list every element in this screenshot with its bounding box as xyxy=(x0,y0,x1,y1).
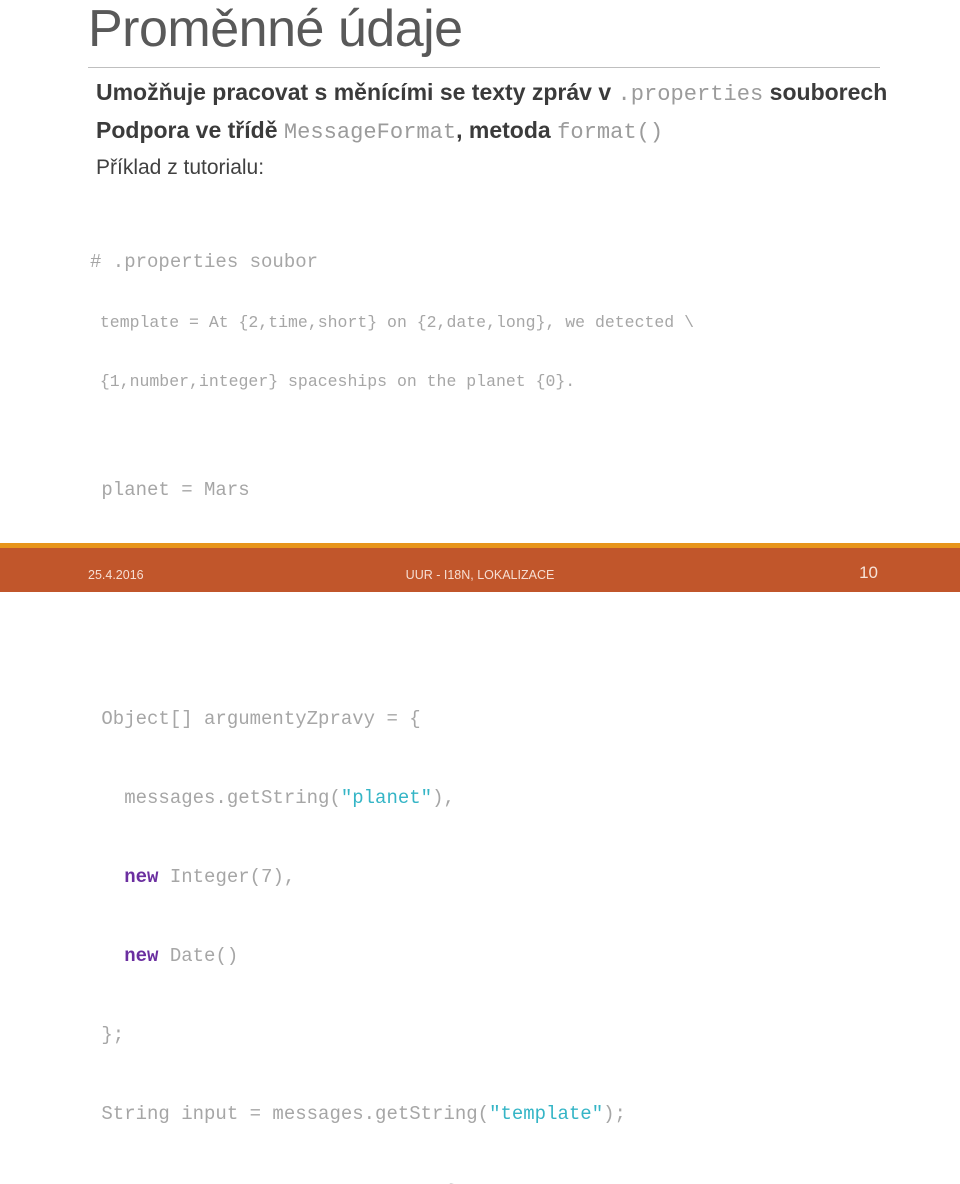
slide: Proměnné údaje Umožňuje pracovat s měníc… xyxy=(0,0,960,1184)
title-divider xyxy=(88,67,880,68)
java-7-part-a: String output = MessageFormat. xyxy=(90,1182,443,1184)
code-line-java-5: }; xyxy=(90,1024,125,1046)
java-2-part-b: ), xyxy=(432,787,455,809)
footer-subject: UUR - I18N, LOKALIZACE xyxy=(405,568,555,582)
bullet-2-text-c: , metoda xyxy=(456,117,558,143)
bullet-2-text-a: Podpora ve třídě xyxy=(96,117,284,143)
bullet-2-code-b: MessageFormat xyxy=(283,120,457,145)
java-3-rest: Integer(7), xyxy=(158,866,296,888)
code-line-spacer-3 xyxy=(90,623,808,653)
code-line-properties-2: {1,number,integer} spaceships on the pla… xyxy=(90,372,576,391)
java-3-indent xyxy=(90,866,124,888)
code-line-java-2: messages.getString("planet"), xyxy=(90,786,808,811)
java-2-string-literal: "planet" xyxy=(340,787,433,809)
code-line-spacer-1 xyxy=(90,429,808,441)
bullet-1-code-b: .properties xyxy=(617,82,764,107)
java-3-keyword-new: new xyxy=(124,866,159,888)
java-6-part-b: ); xyxy=(603,1103,626,1125)
page-title: Proměnné údaje xyxy=(88,0,463,58)
code-line-properties-1: template = At {2,time,short} on {2,date,… xyxy=(90,313,694,332)
code-line-java-1: Object[] argumentyZpravy = { xyxy=(90,708,421,730)
bullet-1-text-c: souborech xyxy=(763,79,888,105)
bullet-line-3: Příklad z tutorialu: xyxy=(96,154,264,182)
java-2-part-a: messages.getString( xyxy=(90,787,341,809)
code-line-properties-3: planet = Mars xyxy=(90,479,250,501)
java-4-keyword-new: new xyxy=(124,945,159,967)
bullet-2-code-d: format() xyxy=(557,120,664,145)
java-7-format-call: format(zprava, argumentyZpravy); xyxy=(443,1182,808,1184)
java-6-part-a: String input = messages.getString( xyxy=(90,1103,490,1125)
java-6-string-literal: "template" xyxy=(489,1103,604,1125)
footer-page-number: 10 xyxy=(859,563,878,582)
code-block: # .properties soubor template = At {2,ti… xyxy=(90,196,808,1184)
code-line-java-3: new Integer(7), xyxy=(90,865,808,890)
java-4-rest: Date() xyxy=(158,945,239,967)
bullet-1-text-a: Umožňuje pracovat s měnícími se texty zp… xyxy=(96,79,618,105)
code-line-java-7: String output = MessageFormat.format(zpr… xyxy=(90,1181,808,1184)
code-line-properties-comment: # .properties soubor xyxy=(90,251,319,273)
bullet-line-1: Umožňuje pracovat s měnícími se texty zp… xyxy=(96,77,887,110)
code-line-java-6: String input = messages.getString("templ… xyxy=(90,1102,808,1127)
bullet-line-2: Podpora ve třídě MessageFormat, metoda f… xyxy=(96,115,663,148)
code-line-java-4: new Date() xyxy=(90,944,808,969)
java-4-indent xyxy=(90,945,124,967)
bullet-3-text: Příklad z tutorialu: xyxy=(96,156,265,179)
